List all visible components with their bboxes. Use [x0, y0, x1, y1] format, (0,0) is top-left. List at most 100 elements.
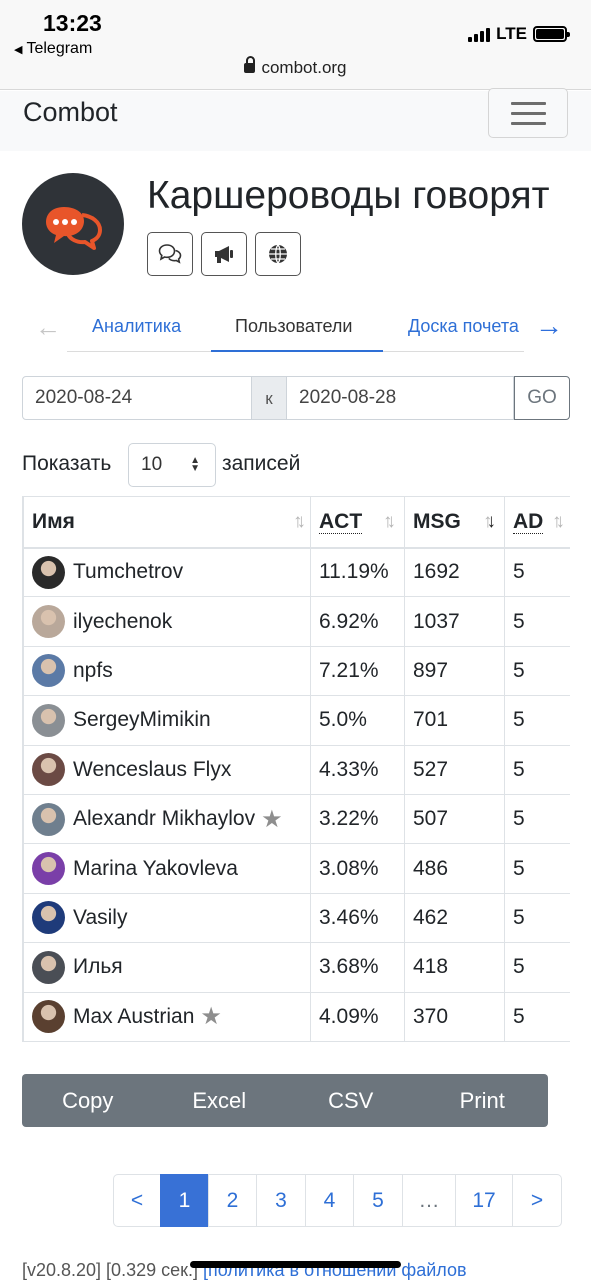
col-header-name[interactable]: Имя ↑↓ [23, 496, 311, 549]
star-icon: ★ [261, 805, 283, 833]
lock-icon [244, 56, 256, 73]
msg-cell: 527 [404, 744, 505, 795]
user-name: ilyechenok [73, 609, 173, 633]
user-cell[interactable]: Vasily [23, 892, 311, 944]
menu-toggle-button[interactable] [488, 88, 568, 138]
sort-icon: ↑↓ [383, 511, 396, 532]
table-row: npfs 7.21% 897 5 [23, 645, 570, 697]
msg-cell: 418 [404, 942, 505, 993]
date-to-input[interactable]: 2020-08-28 [286, 376, 514, 420]
date-from-input[interactable]: 2020-08-24 [22, 376, 252, 420]
user-cell[interactable]: Tumchetrov [23, 546, 311, 598]
go-button[interactable]: GO [514, 376, 570, 420]
act-cell: 3.08% [310, 843, 405, 894]
status-indicators: LTE [468, 24, 570, 44]
user-cell[interactable]: Marina Yakovleva [23, 843, 311, 894]
chats-button[interactable] [147, 232, 193, 276]
table-header-row: Имя ↑↓ ACT ↑↓ MSG ↑↓ AD ↑↓ [23, 496, 570, 549]
ad-cell: 5 [504, 843, 570, 894]
user-cell[interactable]: Max Austrian ★ [23, 991, 311, 1042]
col-header-act[interactable]: ACT ↑↓ [310, 496, 405, 549]
copy-button[interactable]: Copy [22, 1074, 154, 1127]
msg-cell: 701 [404, 695, 505, 746]
table-row: SergeyMimikin 5.0% 701 5 [23, 695, 570, 746]
col-header-ad[interactable]: AD ↑↓ [504, 496, 570, 549]
print-button[interactable]: Print [417, 1074, 549, 1127]
ad-cell: 5 [504, 942, 570, 993]
select-caret-icon: ▲ ▼ [190, 455, 200, 474]
users-table-container[interactable]: Имя ↑↓ ACT ↑↓ MSG ↑↓ AD ↑↓ Tumchetrov 11.19% 1… [22, 496, 570, 1042]
sort-desc-icon: ↑↓ [483, 511, 495, 532]
tab-analytics[interactable]: Аналитика [92, 316, 181, 337]
export-buttons: Copy Excel CSV Print [22, 1074, 548, 1127]
page-length-value: 10 [141, 454, 163, 475]
page-button[interactable]: 5 [353, 1174, 403, 1227]
announcements-button[interactable] [201, 232, 247, 276]
avatar [32, 703, 65, 737]
network-type: LTE [496, 24, 527, 43]
page-button[interactable]: 4 [305, 1174, 354, 1227]
page-button[interactable]: 1 [160, 1174, 209, 1227]
page-length-select[interactable]: 10 ▲ ▼ [128, 443, 216, 487]
clock: 13:23 [43, 10, 102, 36]
group-avatar [22, 173, 124, 275]
ad-cell: 5 [504, 793, 570, 845]
tab-honor-board[interactable]: Доска почета [408, 316, 526, 337]
hamburger-icon [511, 102, 546, 105]
address-bar[interactable]: combot.org [0, 56, 591, 78]
user-cell[interactable]: Илья [23, 942, 311, 993]
act-cell: 4.09% [310, 991, 405, 1042]
page-button: … [402, 1174, 456, 1227]
avatar [32, 1000, 65, 1034]
user-name: Илья [73, 955, 123, 979]
act-cell: 7.21% [310, 645, 405, 697]
user-cell[interactable]: Wenceslaus Flyx [23, 744, 311, 795]
act-cell: 3.22% [310, 793, 405, 845]
table-row: Wenceslaus Flyx 4.33% 527 5 [23, 744, 570, 795]
table-row: ilyechenok 6.92% 1037 5 [23, 596, 570, 647]
user-cell[interactable]: SergeyMimikin [23, 695, 311, 746]
battery-icon [533, 26, 570, 42]
sort-icon: ↑↓ [552, 511, 565, 532]
act-cell: 3.46% [310, 892, 405, 944]
tabs-prev-arrow-icon[interactable]: ← [35, 312, 61, 343]
user-name: Alexandr Mikhaylov [73, 807, 256, 831]
brand-logo[interactable]: Combot [23, 97, 118, 128]
ad-cell: 5 [504, 744, 570, 795]
home-indicator[interactable] [190, 1261, 401, 1268]
msg-cell: 1037 [404, 596, 505, 647]
msg-cell: 486 [404, 843, 505, 894]
pagination: <1 2 3 4 5… 17 > [113, 1174, 562, 1227]
user-cell[interactable]: npfs [23, 645, 311, 697]
tabs-next-arrow-icon[interactable]: → [535, 310, 563, 342]
act-cell: 3.68% [310, 942, 405, 993]
url-text: combot.org [261, 58, 347, 77]
ad-cell: 5 [504, 991, 570, 1042]
users-table: Имя ↑↓ ACT ↑↓ MSG ↑↓ AD ↑↓ Tumchetrov 11.19% 1… [23, 496, 570, 1042]
tab-users[interactable]: Пользователи [235, 316, 352, 337]
user-name: Vasily [73, 905, 128, 929]
act-cell: 6.92% [310, 596, 405, 647]
ios-status-bar: 13:23 ◀ Telegram LTE combot.org [0, 0, 591, 90]
csv-button[interactable]: CSV [285, 1074, 417, 1127]
prev-page-button[interactable]: < [113, 1174, 161, 1227]
megaphone-icon [215, 246, 233, 263]
globe-icon [269, 244, 287, 264]
user-name: npfs [73, 658, 113, 682]
excel-button[interactable]: Excel [154, 1074, 286, 1127]
msg-cell: 370 [404, 991, 505, 1042]
back-to-app[interactable]: ◀ Telegram [14, 40, 92, 58]
next-page-button[interactable]: > [512, 1174, 562, 1227]
version-info: [v20.8.20] [0.329 сек.] [22, 1260, 198, 1280]
col-header-msg[interactable]: MSG ↑↓ [404, 496, 505, 549]
act-cell: 4.33% [310, 744, 405, 795]
user-cell[interactable]: ilyechenok [23, 596, 311, 647]
website-button[interactable] [255, 232, 301, 276]
user-cell[interactable]: Alexandr Mikhaylov ★ [23, 793, 311, 845]
ad-cell: 5 [504, 546, 570, 598]
avatar [32, 802, 65, 836]
page-button[interactable]: 17 [455, 1174, 513, 1227]
page-button[interactable]: 3 [256, 1174, 306, 1227]
page-button[interactable]: 2 [208, 1174, 257, 1227]
msg-cell: 462 [404, 892, 505, 944]
